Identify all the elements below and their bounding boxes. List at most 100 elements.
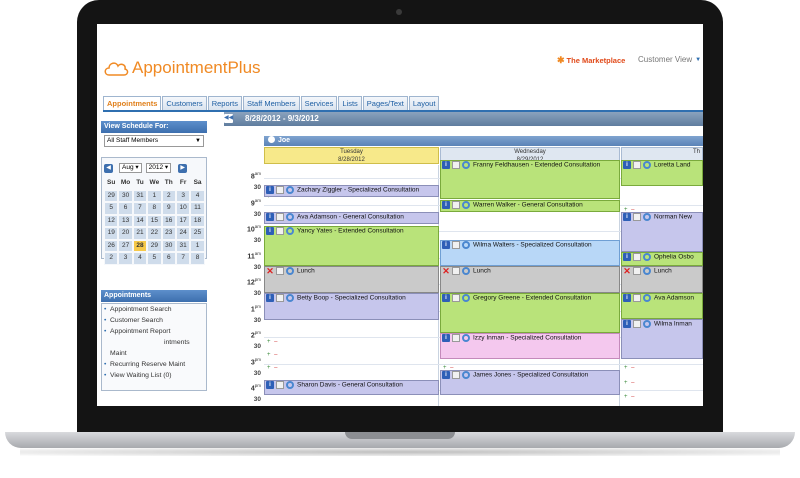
appointment-block[interactable]: i James Jones - Specialized Consultation <box>440 370 620 395</box>
info-icon[interactable]: i <box>623 320 631 328</box>
calendar-day[interactable]: 4 <box>132 252 148 265</box>
recurring-icon[interactable] <box>286 186 294 194</box>
appointment-block[interactable]: i Ava Adamson <box>621 293 703 319</box>
staff-header[interactable]: Joe <box>264 136 703 146</box>
appointment-block[interactable]: i Franny Feldhausen - Extended Consultati… <box>440 160 620 199</box>
month-select[interactable]: Aug ▾ <box>119 163 142 173</box>
cancel-icon[interactable]: ✕ <box>266 267 274 276</box>
info-icon[interactable]: i <box>266 381 274 389</box>
link-appointments-partial[interactable]: intments <box>102 337 206 348</box>
cancel-icon[interactable]: ✕ <box>623 267 631 276</box>
calendar-day[interactable]: 13 <box>118 214 133 227</box>
calendar-day[interactable]: 29 <box>104 189 119 202</box>
tab-pages-text[interactable]: Pages/Text <box>362 96 408 111</box>
document-icon[interactable] <box>633 253 641 261</box>
appointment-block[interactable]: ✕ Lunch <box>264 266 439 293</box>
info-icon[interactable]: i <box>266 294 274 302</box>
appointment-block[interactable]: i Gregory Greene - Extended Consultation <box>440 293 620 333</box>
calendar-day[interactable]: 6 <box>118 202 133 215</box>
next-month-icon[interactable]: ▶ <box>178 163 188 173</box>
tab-appointments[interactable]: Appointments <box>103 96 162 111</box>
appointment-block[interactable]: i Sharon Davis - General Consultation <box>264 380 439 395</box>
document-icon[interactable] <box>276 227 284 235</box>
tab-staff-members[interactable]: Staff Members <box>242 96 300 111</box>
calendar-day[interactable]: 29 <box>147 239 162 252</box>
recurring-icon[interactable] <box>286 227 294 235</box>
add-slot-icon[interactable]: + – <box>624 380 636 386</box>
link-view-waiting-list[interactable]: View Waiting List (0) <box>102 370 206 381</box>
calendar-day[interactable]: 17 <box>175 214 191 227</box>
document-icon[interactable] <box>633 294 641 302</box>
add-slot-icon[interactable]: + – <box>267 365 279 371</box>
appointment-block[interactable]: i Izzy Inman - Specialized Consultation <box>440 333 620 359</box>
document-icon[interactable] <box>452 267 460 275</box>
recurring-icon[interactable] <box>462 201 470 209</box>
add-slot-icon[interactable]: + – <box>624 394 636 400</box>
calendar-day[interactable]: 14 <box>132 214 148 227</box>
calendar-day[interactable]: 30 <box>118 189 133 202</box>
recurring-icon[interactable] <box>462 267 470 275</box>
appointment-block[interactable]: i Wilma Inman <box>621 319 703 359</box>
calendar-day[interactable]: 3 <box>118 252 133 265</box>
recurring-icon[interactable] <box>462 334 470 342</box>
document-icon[interactable] <box>276 213 284 221</box>
document-icon[interactable] <box>452 201 460 209</box>
calendar-day[interactable]: 25 <box>190 227 205 240</box>
calendar-day[interactable]: 22 <box>147 227 162 240</box>
marketplace-link[interactable]: ✱ The Marketplace <box>557 55 625 66</box>
calendar-day[interactable]: 7 <box>132 202 148 215</box>
info-icon[interactable]: i <box>442 241 450 249</box>
calendar-day[interactable]: 3 <box>175 189 191 202</box>
appointment-block[interactable]: i Warren Walker - General Consultation <box>440 200 620 212</box>
document-icon[interactable] <box>452 371 460 379</box>
calendar-day[interactable]: 5 <box>147 252 162 265</box>
recurring-icon[interactable] <box>286 294 294 302</box>
tab-services[interactable]: Services <box>300 96 338 111</box>
link-appointment-search[interactable]: Appointment Search <box>102 304 206 315</box>
info-icon[interactable]: i <box>442 371 450 379</box>
tab-reports[interactable]: Reports <box>207 96 242 111</box>
day-header-tuesday[interactable]: Tuesday 8/28/2012 <box>264 147 439 164</box>
calendar-day[interactable]: 21 <box>132 227 148 240</box>
document-icon[interactable] <box>276 186 284 194</box>
info-icon[interactable]: i <box>442 294 450 302</box>
calendar-day[interactable]: 2 <box>104 252 119 265</box>
year-select[interactable]: 2012 ▾ <box>145 163 172 173</box>
cancel-icon[interactable]: ✕ <box>442 267 450 276</box>
recurring-icon[interactable] <box>286 213 294 221</box>
appointment-block[interactable]: ✕ Lunch <box>621 266 703 293</box>
calendar-day[interactable]: 31 <box>132 189 148 202</box>
add-slot-icon[interactable]: + – <box>267 352 279 358</box>
recurring-icon[interactable] <box>643 213 651 221</box>
document-icon[interactable] <box>276 294 284 302</box>
info-icon[interactable]: i <box>266 186 274 194</box>
document-icon[interactable] <box>276 267 284 275</box>
document-icon[interactable] <box>452 294 460 302</box>
link-recurring-reserve-maint[interactable]: Recurring Reserve Maint <box>102 359 206 370</box>
document-icon[interactable] <box>633 213 641 221</box>
document-icon[interactable] <box>633 267 641 275</box>
appointment-block[interactable]: i Ophelia Osbo <box>621 252 703 266</box>
calendar-day[interactable]: 16 <box>161 214 176 227</box>
calendar-day[interactable]: 24 <box>175 227 191 240</box>
appointment-block[interactable]: i Betty Boop - Specialized Consultation <box>264 293 439 320</box>
calendar-day[interactable]: 1 <box>190 239 205 252</box>
calendar-day[interactable]: 27 <box>118 239 133 252</box>
calendar-day[interactable]: 5 <box>104 202 119 215</box>
calendar-day[interactable]: 4 <box>190 189 205 202</box>
appointment-block[interactable]: i Yancy Yates - Extended Consultation <box>264 226 439 266</box>
calendar-day[interactable]: 8 <box>190 252 205 265</box>
prev-week-icon[interactable]: ◀◀ <box>224 114 233 123</box>
appointment-block[interactable]: i Norman New <box>621 212 703 252</box>
prev-month-icon[interactable]: ◀ <box>104 163 113 173</box>
recurring-icon[interactable] <box>462 371 470 379</box>
document-icon[interactable] <box>452 161 460 169</box>
info-icon[interactable]: i <box>623 253 631 261</box>
link-appointment-report[interactable]: Appointment Report <box>102 326 206 337</box>
recurring-icon[interactable] <box>462 241 470 249</box>
calendar-day[interactable]: 10 <box>175 202 191 215</box>
document-icon[interactable] <box>452 334 460 342</box>
calendar-day[interactable]: 19 <box>104 227 119 240</box>
calendar-day[interactable]: 9 <box>161 202 176 215</box>
calendar-day[interactable]: 30 <box>161 239 176 252</box>
